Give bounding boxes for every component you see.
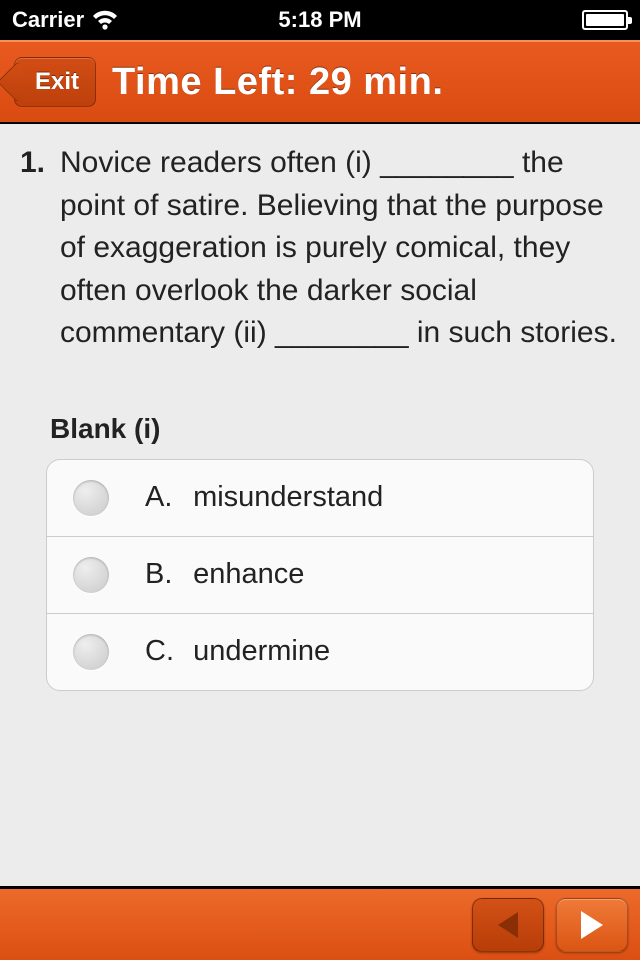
option-c[interactable]: C. undermine — [47, 614, 593, 690]
carrier-label: Carrier — [12, 7, 84, 33]
footer-bar — [0, 886, 640, 960]
status-bar: Carrier 5:18 PM — [0, 0, 640, 40]
option-letter: A. — [145, 481, 185, 514]
option-text: misunderstand — [193, 481, 383, 513]
blank-header: Blank (i) — [46, 413, 594, 445]
blank-section: Blank (i) A. misunderstand B. enhance — [20, 413, 620, 691]
status-right — [582, 10, 628, 30]
wifi-icon — [92, 10, 118, 30]
option-a[interactable]: A. misunderstand — [47, 460, 593, 537]
battery-fill — [586, 14, 624, 26]
chevron-right-icon — [581, 911, 603, 939]
exit-button[interactable]: Exit — [14, 57, 96, 107]
radio-icon — [73, 634, 109, 670]
option-label: B. enhance — [145, 558, 304, 591]
option-letter: B. — [145, 558, 185, 591]
content-area: 1. Novice readers often (i) ________ the… — [0, 124, 640, 886]
page-title: Time Left: 29 min. — [112, 61, 443, 104]
exit-button-label: Exit — [35, 68, 79, 95]
next-button[interactable] — [556, 898, 628, 952]
question-number: 1. — [20, 142, 50, 355]
radio-icon — [73, 480, 109, 516]
radio-icon — [73, 557, 109, 593]
option-letter: C. — [145, 635, 185, 668]
option-list: A. misunderstand B. enhance C. undermine — [46, 459, 594, 691]
option-b[interactable]: B. enhance — [47, 537, 593, 614]
status-left: Carrier — [12, 7, 118, 33]
question: 1. Novice readers often (i) ________ the… — [20, 142, 620, 355]
battery-icon — [582, 10, 628, 30]
option-text: enhance — [193, 558, 304, 590]
chevron-left-icon — [498, 912, 518, 938]
option-label: C. undermine — [145, 635, 330, 668]
question-text: Novice readers often (i) ________ the po… — [60, 142, 620, 355]
nav-bar: Exit Time Left: 29 min. — [0, 40, 640, 124]
prev-button[interactable] — [472, 898, 544, 952]
option-text: undermine — [193, 635, 330, 667]
option-label: A. misunderstand — [145, 481, 383, 514]
status-time: 5:18 PM — [278, 7, 361, 33]
